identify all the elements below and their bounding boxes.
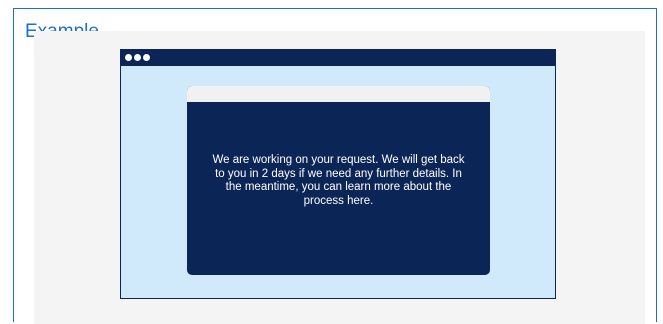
browser-title-bar [121,50,555,66]
window-dot-icon [143,54,150,61]
browser-window: We are working on your request. We will … [120,49,556,299]
example-frame: Example We are working on your request. … [13,8,657,324]
modal-header-bar [187,86,490,102]
modal-message: We are working on your request. We will … [212,154,465,207]
window-dot-icon [125,54,132,61]
status-modal: We are working on your request. We will … [187,86,490,275]
window-controls [125,54,150,61]
window-dot-icon [134,54,141,61]
illustration-canvas: We are working on your request. We will … [34,31,645,324]
